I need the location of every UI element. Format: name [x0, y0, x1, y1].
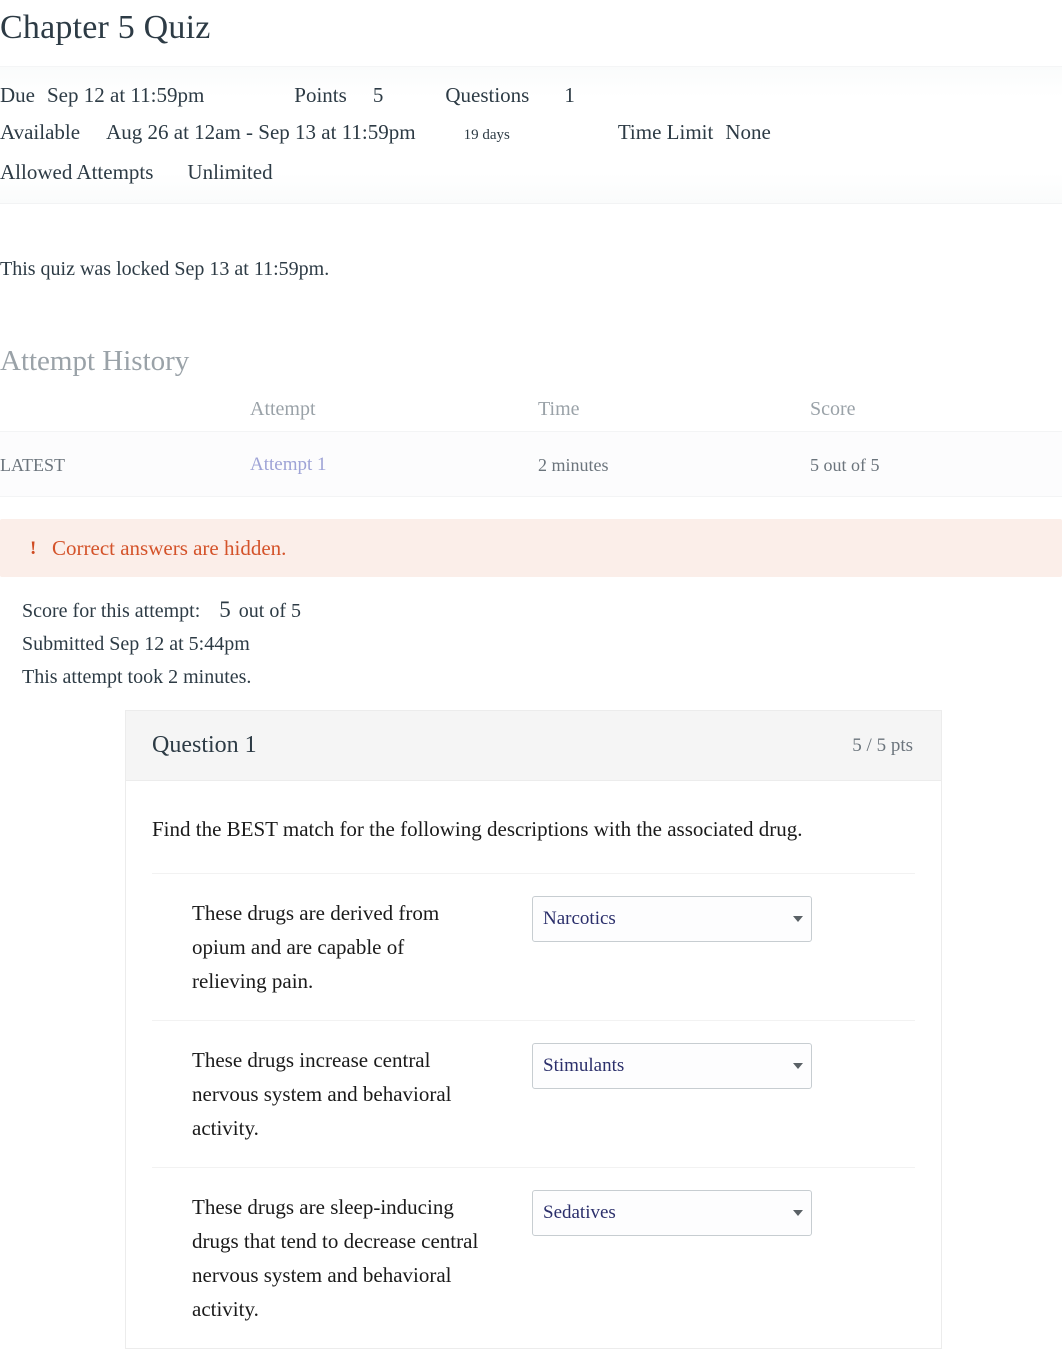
match-answer: Narcotics: [482, 896, 812, 942]
page-title: Chapter 5 Quiz: [0, 9, 211, 46]
match-select-shell: Narcotics: [532, 896, 812, 942]
available-duration: 19 days: [463, 127, 510, 143]
questions-value: 1: [564, 83, 575, 107]
attempt-history-table: Attempt Time Score LATEST Attempt 1 2 mi…: [0, 398, 1062, 497]
quiz-meta-row-available: Available Aug 26 at 12am - Sep 13 at 11:…: [0, 114, 1062, 154]
match-prompt: These drugs increase central nervous sys…: [192, 1048, 452, 1140]
attempt-kept-badge: LATEST: [0, 431, 250, 497]
question-points: 5 / 5 pts: [852, 734, 913, 756]
time-limit-label: Time Limit: [617, 120, 714, 144]
score-out-of: out of 5: [238, 600, 302, 622]
match-row: These drugs are derived from opium and a…: [152, 873, 915, 1020]
quiz-meta-row-attempts: Allowed Attempts Unlimited: [0, 154, 1062, 191]
question-header: Question 1 5 / 5 pts: [126, 711, 941, 781]
column-header-time: Time: [538, 398, 810, 432]
answers-hidden-text: Correct answers are hidden.: [52, 536, 287, 560]
locked-notice: This quiz was locked Sep 13 at 11:59pm.: [0, 258, 330, 280]
points-value: 5: [372, 83, 384, 107]
match-answer: Stimulants: [482, 1043, 812, 1089]
question-card: Question 1 5 / 5 pts Find the BEST match…: [125, 710, 942, 1349]
match-select-shell: Sedatives: [532, 1190, 812, 1236]
match-select-2[interactable]: Stimulants: [532, 1043, 812, 1089]
available-value: Aug 26 at 12am - Sep 13 at 11:59pm: [106, 120, 416, 144]
duration-line: This attempt took 2 minutes.: [22, 666, 252, 688]
points-label: Points: [294, 83, 347, 107]
quiz-results-page: Chapter 5 Quiz Due Sep 12 at 11:59pm Poi…: [0, 0, 1062, 1349]
exclamation-icon: !: [30, 537, 37, 559]
available-label: Available: [0, 120, 81, 144]
match-select-shell: Stimulants: [532, 1043, 812, 1089]
column-header-attempt: Attempt: [250, 398, 538, 432]
due-label: Due: [0, 83, 35, 107]
match-row: These drugs increase central nervous sys…: [152, 1020, 915, 1167]
score-for-attempt-label: Score for this attempt:: [22, 600, 201, 622]
match-select-1[interactable]: Narcotics: [532, 896, 812, 942]
due-value: Sep 12 at 11:59pm: [47, 83, 205, 107]
table-header-row: Attempt Time Score: [0, 398, 1062, 432]
attempt-time-cell: 2 minutes: [538, 431, 810, 497]
attempt-score-cell: 5 out of 5: [810, 431, 1062, 497]
allowed-attempts-value: Unlimited: [187, 160, 273, 184]
time-limit-value: None: [725, 120, 771, 144]
answers-hidden-banner: ! Correct answers are hidden.: [0, 519, 1062, 577]
question-name: Question 1: [152, 732, 257, 758]
allowed-attempts-label: Allowed Attempts: [0, 160, 154, 184]
match-prompt: These drugs are derived from opium and a…: [192, 901, 440, 993]
column-header-kept: [0, 398, 250, 432]
quiz-meta-row-due: Due Sep 12 at 11:59pm Points 5 Questions…: [0, 77, 1062, 114]
match-select-3[interactable]: Sedatives: [532, 1190, 812, 1236]
question-body: Find the BEST match for the following de…: [126, 781, 941, 1348]
attempt-1-link[interactable]: Attempt 1: [250, 454, 327, 475]
question-text: Find the BEST match for the following de…: [152, 817, 803, 841]
match-answer: Sedatives: [482, 1190, 812, 1236]
submitted-line: Submitted Sep 12 at 5:44pm: [22, 633, 250, 655]
match-prompt: These drugs are sleep-inducing drugs tha…: [192, 1195, 479, 1321]
column-header-score: Score: [810, 398, 1062, 432]
quiz-meta-header: Due Sep 12 at 11:59pm Points 5 Questions…: [0, 66, 1062, 204]
match-row: These drugs are sleep-inducing drugs tha…: [152, 1167, 915, 1348]
table-row: LATEST Attempt 1 2 minutes 5 out of 5: [0, 431, 1062, 497]
attempt-cell: Attempt 1: [250, 431, 538, 497]
attempt-score-line: Score for this attempt: 5 out of 5: [22, 593, 1062, 628]
questions-label: Questions: [445, 83, 530, 107]
attempt-summary: Score for this attempt: 5 out of 5 Submi…: [0, 577, 1062, 694]
score-value: 5: [219, 597, 231, 622]
attempt-history-heading: Attempt History: [0, 345, 190, 377]
